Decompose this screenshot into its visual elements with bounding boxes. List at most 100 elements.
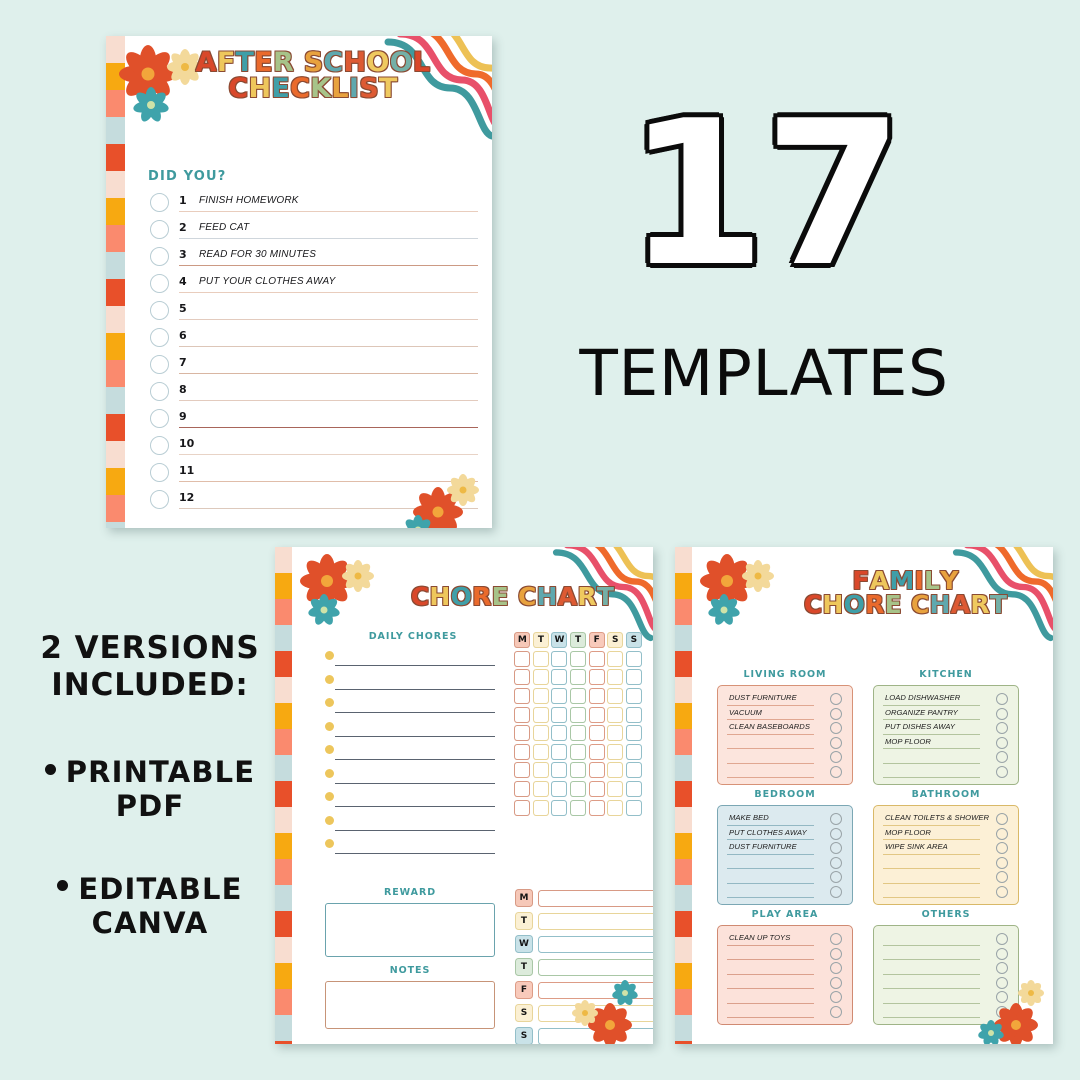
grid-checkbox[interactable] — [607, 743, 624, 760]
checkbox-circle-icon[interactable] — [996, 976, 1008, 989]
family-chore-row[interactable] — [883, 962, 1010, 977]
daily-chore-row[interactable] — [325, 814, 495, 838]
family-chore-row[interactable] — [727, 751, 844, 766]
checkbox-circle-icon[interactable] — [150, 220, 169, 239]
checkbox-circle-icon[interactable] — [830, 976, 842, 989]
grid-checkbox[interactable] — [551, 799, 568, 816]
checkbox-circle-icon[interactable] — [996, 962, 1008, 975]
family-chore-row[interactable] — [727, 765, 844, 781]
family-chore-row[interactable] — [883, 765, 1010, 781]
grid-checkbox[interactable] — [607, 762, 624, 779]
grid-checkbox[interactable] — [607, 725, 624, 742]
checkbox-circle-icon[interactable] — [150, 193, 169, 212]
family-chore-row[interactable]: CLEAN BASEBOARDS — [727, 722, 844, 737]
family-chore-row[interactable] — [727, 947, 844, 963]
grid-checkbox[interactable] — [588, 781, 605, 798]
family-chore-row[interactable]: CLEAN TOILETS & SHOWER — [883, 813, 1010, 828]
family-chore-row[interactable] — [883, 976, 1010, 992]
grid-checkbox[interactable] — [551, 781, 568, 798]
grid-checkbox[interactable] — [625, 799, 642, 816]
grid-checkbox[interactable] — [551, 650, 568, 667]
grid-checkbox[interactable] — [514, 669, 531, 686]
family-chore-row[interactable]: VACUUM — [727, 707, 844, 723]
checkbox-circle-icon[interactable] — [150, 274, 169, 293]
grid-checkbox[interactable] — [551, 743, 568, 760]
grid-checkbox[interactable] — [551, 725, 568, 742]
grid-checkbox[interactable] — [532, 725, 549, 742]
grid-checkbox[interactable] — [514, 688, 531, 705]
daily-chore-row[interactable] — [325, 837, 495, 861]
grid-checkbox[interactable] — [570, 650, 587, 667]
checklist-item[interactable]: 6 — [150, 327, 478, 354]
checkbox-circle-icon[interactable] — [996, 751, 1008, 764]
grid-checkbox[interactable] — [588, 650, 605, 667]
grid-checkbox[interactable] — [607, 688, 624, 705]
checkbox-circle-icon[interactable] — [996, 871, 1008, 884]
grid-checkbox[interactable] — [570, 743, 587, 760]
grid-checkbox[interactable] — [514, 799, 531, 816]
grid-checkbox[interactable] — [551, 669, 568, 686]
grid-checkbox[interactable] — [570, 669, 587, 686]
checkbox-circle-icon[interactable] — [996, 736, 1008, 749]
family-chore-row[interactable] — [727, 856, 844, 872]
grid-checkbox[interactable] — [625, 688, 642, 705]
checklist-item[interactable]: 4 PUT YOUR CLOTHES AWAY — [150, 273, 478, 300]
checkbox-circle-icon[interactable] — [830, 856, 842, 869]
family-chore-row[interactable]: MAKE BED — [727, 813, 844, 828]
checkbox-circle-icon[interactable] — [996, 693, 1008, 705]
checkbox-circle-icon[interactable] — [150, 490, 169, 509]
grid-checkbox[interactable] — [532, 688, 549, 705]
grid-checkbox[interactable] — [588, 669, 605, 686]
daily-chore-row[interactable] — [325, 696, 495, 720]
grid-checkbox[interactable] — [625, 762, 642, 779]
grid-checkbox[interactable] — [570, 725, 587, 742]
family-chore-row[interactable]: MOP FLOOR — [883, 736, 1010, 752]
daily-chore-row[interactable] — [325, 767, 495, 791]
family-chore-row[interactable]: PUT CLOTHES AWAY — [727, 827, 844, 843]
grid-checkbox[interactable] — [607, 650, 624, 667]
checklist-item[interactable]: 9 — [150, 408, 478, 435]
grid-checkbox[interactable] — [625, 650, 642, 667]
grid-checkbox[interactable] — [532, 799, 549, 816]
family-chore-row[interactable] — [883, 856, 1010, 872]
grid-checkbox[interactable] — [514, 762, 531, 779]
family-chore-row[interactable] — [883, 933, 1010, 948]
grid-checkbox[interactable] — [551, 688, 568, 705]
family-chore-row[interactable]: MOP FLOOR — [883, 827, 1010, 843]
checkbox-circle-icon[interactable] — [830, 842, 842, 855]
daily-chore-row[interactable] — [325, 790, 495, 814]
weekly-write-in-field[interactable] — [538, 958, 653, 976]
checklist-item[interactable]: 3 READ FOR 30 MINUTES — [150, 246, 478, 273]
grid-checkbox[interactable] — [570, 688, 587, 705]
grid-checkbox[interactable] — [532, 781, 549, 798]
family-chore-row[interactable] — [883, 871, 1010, 886]
daily-chore-row[interactable] — [325, 743, 495, 767]
grid-checkbox[interactable] — [607, 799, 624, 816]
checkbox-circle-icon[interactable] — [150, 436, 169, 455]
checkbox-circle-icon[interactable] — [996, 827, 1008, 840]
checkbox-circle-icon[interactable] — [830, 707, 842, 720]
grid-checkbox[interactable] — [607, 706, 624, 723]
family-chore-row[interactable] — [727, 885, 844, 901]
grid-checkbox[interactable] — [532, 743, 549, 760]
checkbox-circle-icon[interactable] — [150, 382, 169, 401]
checkbox-circle-icon[interactable] — [996, 722, 1008, 735]
checkbox-circle-icon[interactable] — [996, 842, 1008, 855]
weekly-write-in-field[interactable] — [538, 935, 653, 953]
checkbox-circle-icon[interactable] — [830, 871, 842, 884]
checklist-item[interactable]: 2 FEED CAT — [150, 219, 478, 246]
family-chore-row[interactable]: ORGANIZE PANTRY — [883, 707, 1010, 723]
weekly-write-in-field[interactable] — [538, 912, 653, 930]
checklist-item[interactable]: 1 FINISH HOMEWORK — [150, 192, 478, 219]
checkbox-circle-icon[interactable] — [830, 813, 842, 825]
grid-checkbox[interactable] — [532, 650, 549, 667]
family-chore-row[interactable]: DUST FURNITURE — [727, 842, 844, 857]
grid-checkbox[interactable] — [625, 743, 642, 760]
grid-checkbox[interactable] — [625, 781, 642, 798]
checkbox-circle-icon[interactable] — [996, 885, 1008, 898]
grid-checkbox[interactable] — [588, 799, 605, 816]
grid-checkbox[interactable] — [607, 669, 624, 686]
grid-checkbox[interactable] — [514, 743, 531, 760]
checklist-item[interactable]: 10 — [150, 435, 478, 462]
grid-checkbox[interactable] — [514, 650, 531, 667]
